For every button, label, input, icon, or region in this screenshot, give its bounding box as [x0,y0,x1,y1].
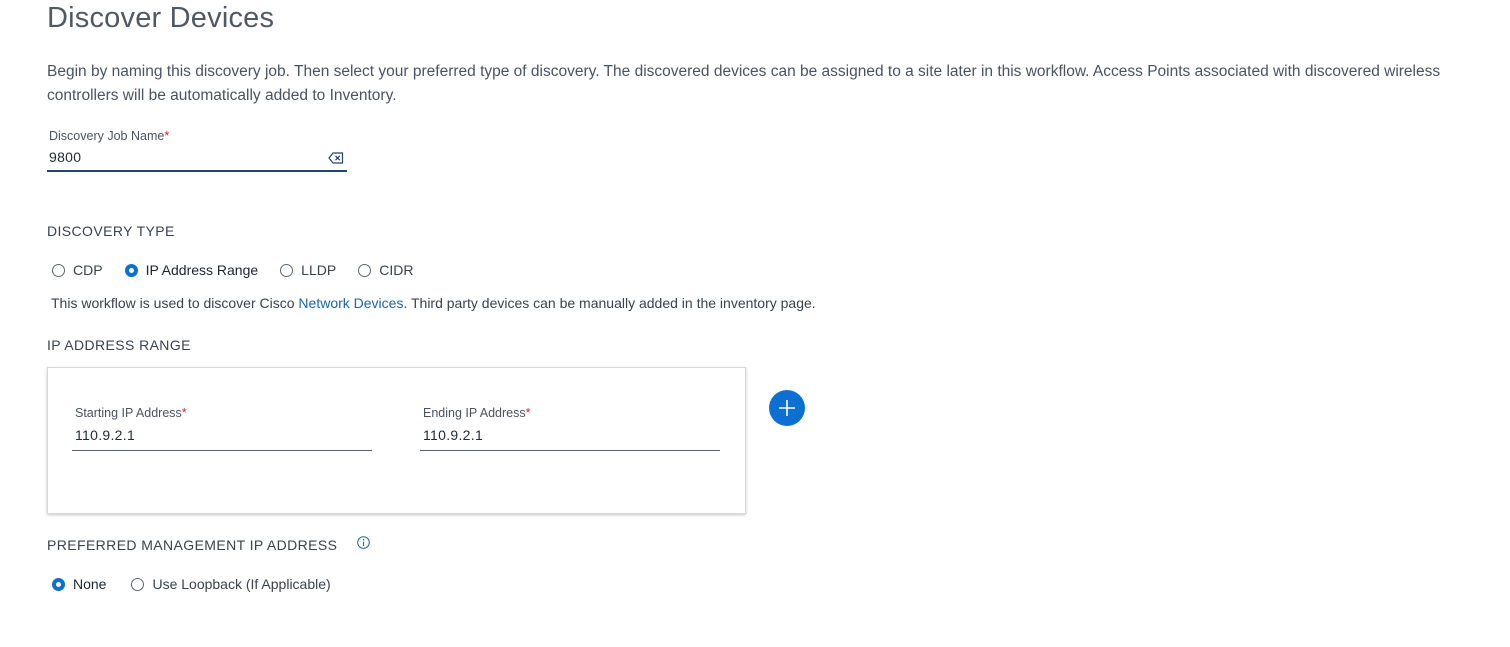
starting-ip-input[interactable]: 110.9.2.1 [75,427,135,443]
radio-cdp[interactable]: CDP [52,262,103,278]
clear-input-icon[interactable] [328,152,344,164]
preferred-mgmt-heading: PREFERRED MANAGEMENT IP ADDRESS [47,537,338,553]
starting-ip-label-text: Starting IP Address [75,406,182,420]
ending-ip-label: Ending IP Address* [423,406,531,420]
job-name-underline [47,170,347,172]
radio-lldp-label: LLDP [301,262,337,278]
radio-cidr-label: CIDR [379,262,414,278]
required-mark: * [164,129,170,143]
radio-use-loopback[interactable]: Use Loopback (If Applicable) [131,576,331,592]
radio-lldp[interactable]: LLDP [280,262,336,278]
discovery-info-text: This workflow is used to discover Cisco … [51,295,816,311]
radio-cidr-circle[interactable] [358,263,372,277]
required-mark: * [181,406,187,420]
radio-lldp-circle[interactable] [280,263,294,277]
discovery-type-heading: DISCOVERY TYPE [47,223,175,239]
job-name-label: Discovery Job Name* [49,129,169,143]
radio-cdp-label: CDP [73,262,103,278]
network-devices-link[interactable]: Network Devices [298,295,403,311]
radio-ip-address-range-circle[interactable] [124,263,138,277]
job-name-input[interactable]: 9800 [49,149,81,165]
radio-cidr[interactable]: CIDR [358,262,413,278]
ip-range-card: Starting IP Address* 110.9.2.1 Ending IP… [47,367,746,514]
info-text-suffix: . Third party devices can be manually ad… [403,295,816,311]
page-title: Discover Devices [47,2,275,34]
radio-ip-address-range-label: IP Address Range [145,262,259,278]
ending-ip-underline [420,450,720,451]
info-icon[interactable] [357,536,370,549]
starting-ip-underline [72,450,372,451]
page-description: Begin by naming this discovery job. Then… [47,63,1441,104]
add-ip-range-button[interactable] [769,390,805,426]
ip-address-range-heading: IP ADDRESS RANGE [47,337,191,353]
required-mark: * [525,406,531,420]
radio-use-loopback-circle[interactable] [131,577,145,591]
ending-ip-label-text: Ending IP Address [423,406,526,420]
discover-devices-page: Discover Devices Begin by naming this di… [0,0,1510,647]
info-text-prefix: This workflow is used to discover Cisco [51,295,299,311]
ending-ip-input[interactable]: 110.9.2.1 [423,427,483,443]
plus-icon [779,400,795,416]
preferred-mgmt-radio-group: None Use Loopback (If Applicable) [52,576,331,592]
radio-cdp-circle[interactable] [52,263,65,277]
radio-none-circle[interactable] [52,577,65,591]
radio-use-loopback-label: Use Loopback (If Applicable) [152,576,331,592]
starting-ip-label: Starting IP Address* [75,406,187,420]
discovery-type-radio-group: CDP IP Address Range LLDP CIDR [52,262,413,278]
job-name-label-text: Discovery Job Name [49,129,165,143]
radio-none[interactable]: None [52,576,106,592]
radio-ip-address-range[interactable]: IP Address Range [124,262,259,278]
radio-none-label: None [73,576,107,592]
